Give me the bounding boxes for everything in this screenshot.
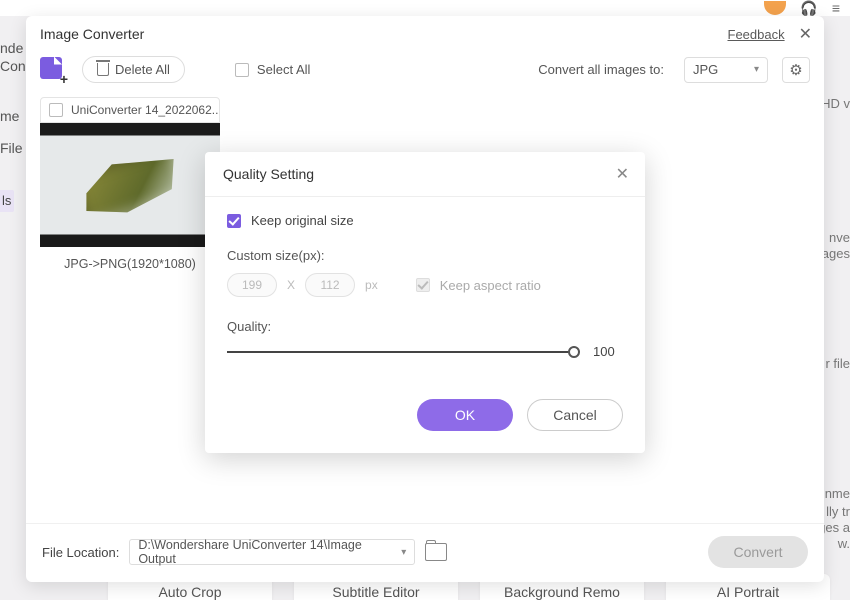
avatar-icon <box>764 1 786 15</box>
bg-topbar: 🎧 ≡ <box>0 0 850 16</box>
dialog-title: Quality Setting <box>223 166 314 182</box>
height-input[interactable] <box>305 273 355 297</box>
file-location-label: File Location: <box>42 545 119 560</box>
keep-aspect-ratio-label: Keep aspect ratio <box>440 278 541 293</box>
gear-icon: ⚙ <box>789 61 802 79</box>
quality-value: 100 <box>593 344 623 359</box>
px-label: px <box>365 278 378 292</box>
quality-slider[interactable] <box>227 351 575 353</box>
bg-tools-tab: ls <box>0 190 14 212</box>
width-input[interactable] <box>227 273 277 297</box>
x-separator: X <box>287 278 295 292</box>
chevron-down-icon: ▾ <box>754 64 759 75</box>
bg-text: Con <box>0 58 26 74</box>
bg-text: me <box>0 108 19 124</box>
close-icon[interactable]: ✕ <box>616 164 629 184</box>
keep-original-size-label: Keep original size <box>251 213 354 228</box>
bg-text: HD v <box>821 96 850 111</box>
format-value: JPG <box>693 62 718 77</box>
bottom-bar: File Location: D:\Wondershare UniConvert… <box>26 523 824 582</box>
quality-setting-dialog: Quality Setting ✕ Keep original size Cus… <box>205 152 645 453</box>
keep-aspect-ratio-checkbox[interactable] <box>416 278 430 292</box>
format-select[interactable]: JPG ▾ <box>684 57 768 83</box>
thumb-filename: UniConverter 14_2022062... <box>71 103 220 117</box>
slider-fill <box>227 351 575 353</box>
bg-text: r file <box>825 356 850 371</box>
support-icon: 🎧 <box>800 0 817 17</box>
thumb-checkbox[interactable] <box>49 103 63 117</box>
settings-button[interactable]: ⚙ <box>782 57 810 83</box>
bg-text: nde <box>0 40 23 56</box>
image-thumbnail-card[interactable]: UniConverter 14_2022062... JPG->PNG(1920… <box>40 97 220 281</box>
trash-icon <box>97 63 109 76</box>
thumb-preview <box>40 123 220 247</box>
output-path-value: D:\Wondershare UniConverter 14\Image Out… <box>138 538 401 566</box>
convert-button[interactable]: Convert <box>708 536 808 568</box>
bg-text: lly tr <box>826 504 850 519</box>
cancel-button[interactable]: Cancel <box>527 399 623 431</box>
add-file-button[interactable]: + <box>40 57 68 83</box>
bg-text: nme <box>825 486 850 501</box>
output-path-select[interactable]: D:\Wondershare UniConverter 14\Image Out… <box>129 539 415 565</box>
delete-all-button[interactable]: Delete All <box>82 56 185 83</box>
convert-to-label: Convert all images to: <box>538 62 664 77</box>
window-title: Image Converter <box>40 26 144 42</box>
close-icon[interactable]: ✕ <box>799 24 812 44</box>
thumb-caption: JPG->PNG(1920*1080) <box>40 247 220 281</box>
quality-label: Quality: <box>227 319 623 334</box>
custom-size-label: Custom size(px): <box>227 248 623 263</box>
bg-text: w. <box>838 536 850 551</box>
hamburger-icon: ≡ <box>832 0 840 16</box>
chevron-down-icon: ▾ <box>401 547 406 558</box>
bg-text: nve <box>829 230 850 245</box>
ok-button[interactable]: OK <box>417 399 513 431</box>
select-all-checkbox[interactable] <box>235 63 249 77</box>
bg-text: ages <box>822 246 850 261</box>
window-titlebar: Image Converter Feedback ✕ <box>26 16 824 50</box>
crystal-image <box>69 141 191 228</box>
keep-original-size-checkbox[interactable] <box>227 214 241 228</box>
bg-text: File <box>0 140 23 156</box>
slider-thumb[interactable] <box>568 346 580 358</box>
dialog-header: Quality Setting ✕ <box>205 152 645 197</box>
select-all-label: Select All <box>257 62 310 77</box>
thumb-header: UniConverter 14_2022062... <box>40 97 220 123</box>
open-folder-button[interactable] <box>425 543 447 561</box>
toolbar: + Delete All Select All Convert all imag… <box>26 50 824 93</box>
plus-icon: + <box>58 73 70 85</box>
delete-all-label: Delete All <box>115 62 170 77</box>
feedback-link[interactable]: Feedback <box>728 27 785 42</box>
